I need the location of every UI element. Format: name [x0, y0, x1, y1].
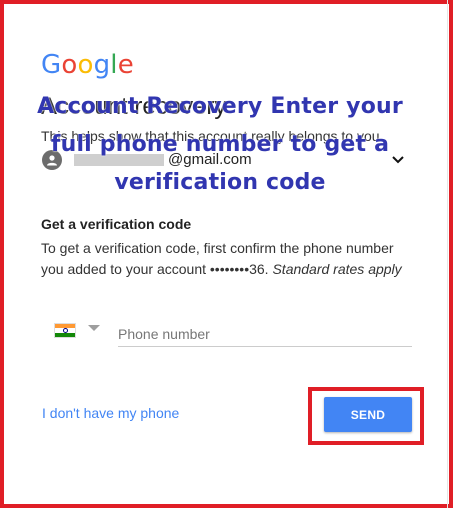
description-note: Standard rates apply — [272, 261, 402, 277]
logo-letter: G — [41, 50, 62, 80]
overlay-line-3: verification code — [114, 170, 326, 195]
send-button[interactable]: SEND — [324, 397, 412, 432]
section-heading: Get a verification code — [41, 216, 192, 232]
logo-letter: o — [77, 50, 94, 80]
google-logo: Google — [41, 50, 134, 80]
no-phone-link[interactable]: I don't have my phone — [42, 405, 179, 421]
india-flag-icon[interactable] — [54, 323, 76, 338]
caret-down-icon[interactable] — [88, 325, 100, 331]
logo-letter: o — [61, 50, 78, 80]
overlay-line-1: Account Recovery Enter your — [37, 94, 403, 119]
logo-letter: g — [93, 50, 111, 80]
logo-letter: l — [110, 50, 118, 80]
section-description: To get a verification code, first confir… — [41, 238, 411, 280]
phone-number-input[interactable] — [118, 322, 412, 347]
overlay-caption: Account Recovery Enter your full phone n… — [0, 88, 440, 202]
overlay-line-2: full phone number to get a — [50, 132, 390, 157]
card-edge-divider — [447, 0, 448, 508]
logo-letter: e — [117, 50, 134, 80]
